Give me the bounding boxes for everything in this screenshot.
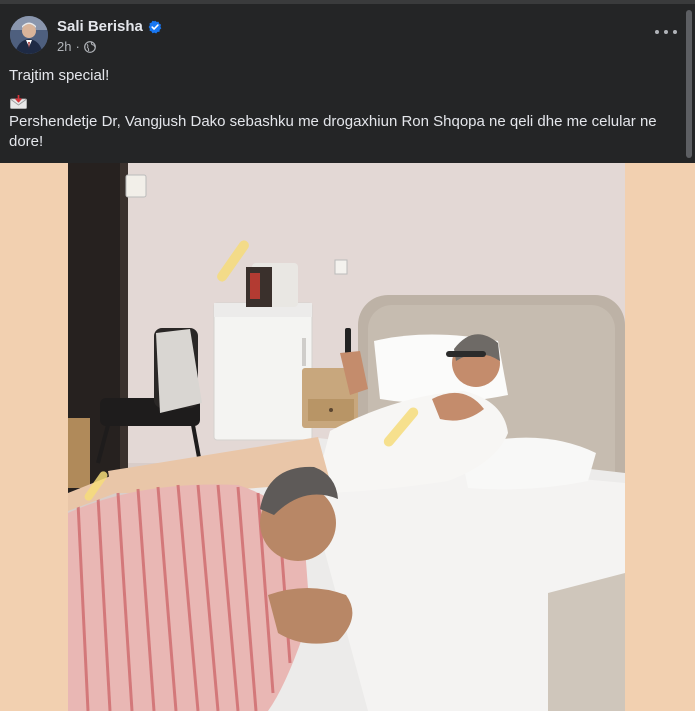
meta-separator: · bbox=[75, 39, 80, 54]
post-text-heading: Trajtim special! bbox=[9, 67, 110, 84]
profile-avatar[interactable] bbox=[10, 16, 48, 54]
author-name[interactable]: Sali Berisha bbox=[57, 18, 143, 35]
facebook-post: Sali Berisha 2h · Trajtim special! Persh… bbox=[0, 0, 695, 711]
post-text-body: Pershendetje Dr, Vangjush Dako sebashku … bbox=[9, 113, 657, 150]
post-photo-container[interactable] bbox=[0, 163, 695, 711]
verified-badge-icon bbox=[148, 20, 162, 34]
post-photo[interactable] bbox=[68, 163, 625, 711]
post-meta: 2h · bbox=[57, 39, 96, 54]
globe-icon[interactable] bbox=[83, 40, 96, 53]
scrollbar[interactable] bbox=[686, 10, 692, 158]
post-header: Sali Berisha 2h · bbox=[0, 4, 695, 60]
more-options-button[interactable] bbox=[655, 26, 677, 38]
author-line: Sali Berisha bbox=[57, 18, 162, 35]
post-time[interactable]: 2h bbox=[57, 39, 71, 54]
envelope-with-arrow-icon bbox=[10, 94, 27, 109]
